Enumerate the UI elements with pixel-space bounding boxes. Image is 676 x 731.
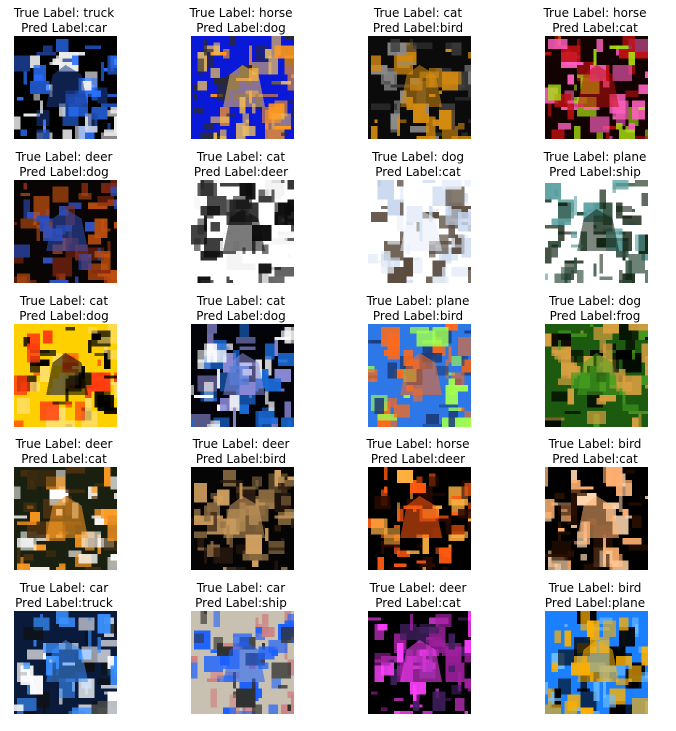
dog-photo-icon [545, 324, 648, 427]
pred-label: Pred Label:cat [552, 452, 638, 466]
true-label: True Label: dog [371, 150, 465, 164]
true-label: True Label: cat [196, 150, 286, 164]
truck-photo-icon [14, 36, 117, 139]
true-label: True Label: deer [369, 581, 467, 595]
true-label: True Label: deer [192, 437, 290, 451]
true-label: True Label: plane [366, 294, 470, 308]
pred-label: Pred Label:cat [375, 596, 461, 610]
true-label: True Label: horse [189, 6, 293, 20]
deer-photo-icon [191, 467, 294, 570]
cat-photo-icon [14, 324, 117, 427]
pred-label: Pred Label:bird [195, 452, 287, 466]
cat-photo-icon [368, 36, 471, 139]
car-photo-icon [191, 611, 294, 714]
true-label: True Label: cat [196, 294, 286, 308]
horse-photo-icon [191, 36, 294, 139]
dog-photo-icon [368, 180, 471, 283]
car-photo-icon [14, 611, 117, 714]
true-label: True Label: car [196, 581, 286, 595]
pred-label: Pred Label:dog [196, 309, 286, 323]
pred-label: Pred Label:cat [21, 452, 107, 466]
plane-photo-icon [545, 180, 648, 283]
pred-label: Pred Label:car [21, 21, 107, 35]
pred-label: Pred Label:ship [195, 596, 287, 610]
plane-photo-icon [368, 324, 471, 427]
deer-photo-icon [14, 180, 117, 283]
pred-label: Pred Label:deer [370, 452, 466, 466]
pred-label: Pred Label:dog [19, 165, 109, 179]
pred-label: Pred Label:frog [549, 309, 641, 323]
true-label: True Label: dog [548, 294, 642, 308]
true-label: True Label: horse [543, 6, 647, 20]
pred-label: Pred Label:deer [193, 165, 289, 179]
pred-label: Pred Label:dog [196, 21, 286, 35]
pred-label: Pred Label:bird [372, 309, 464, 323]
true-label: True Label: truck [13, 6, 115, 20]
bird-photo-icon [545, 611, 648, 714]
bird-photo-icon [545, 467, 648, 570]
true-label: True Label: cat [19, 294, 109, 308]
horse-photo-icon [368, 467, 471, 570]
horse-photo-icon [545, 36, 648, 139]
pred-label: Pred Label:bird [372, 21, 464, 35]
pred-label: Pred Label:dog [19, 309, 109, 323]
true-label: True Label: horse [366, 437, 470, 451]
cat-photo-icon [191, 324, 294, 427]
deer-photo-icon [14, 467, 117, 570]
true-label: True Label: deer [15, 150, 113, 164]
cat-photo-icon [191, 180, 294, 283]
true-label: True Label: plane [543, 150, 647, 164]
true-label: True Label: bird [548, 437, 642, 451]
pred-label: Pred Label:cat [375, 165, 461, 179]
true-label: True Label: bird [548, 581, 642, 595]
deer-photo-icon [368, 611, 471, 714]
pred-label: Pred Label:plane [544, 596, 646, 610]
pred-label: Pred Label:truck [15, 596, 113, 610]
results-grid: True Label: truck Pred Label:car True Labe… [0, 0, 676, 731]
true-label: True Label: deer [15, 437, 113, 451]
pred-label: Pred Label:ship [549, 165, 641, 179]
pred-label: Pred Label:cat [552, 21, 638, 35]
true-label: True Label: car [19, 581, 109, 595]
true-label: True Label: cat [373, 6, 463, 20]
